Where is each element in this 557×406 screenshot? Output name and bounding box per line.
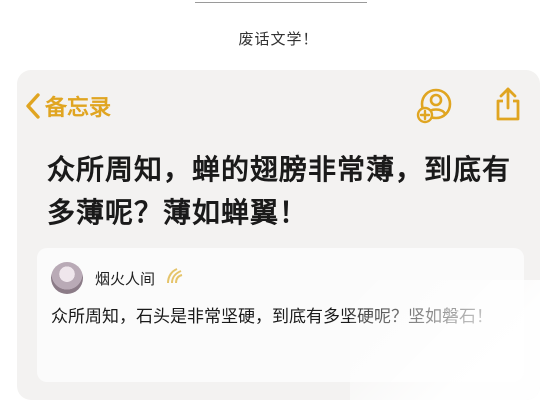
note-title: 众所周知，蝉的翅膀非常薄，到底有多薄呢？薄如蝉翼！	[47, 153, 512, 229]
comment-body: 众所周知，石头是非常坚硬，到底有多坚硬呢？坚如磐石！	[51, 307, 493, 327]
divider	[195, 2, 367, 3]
avatar	[51, 262, 83, 294]
back-button[interactable]: 备忘录	[25, 90, 111, 122]
comment-card: 烟火人间 众所周知，石头是非常坚硬，到底有多坚硬呢？坚如磐石！	[37, 248, 524, 382]
caption: 废话文学！	[238, 30, 319, 48]
leaf-badge-icon	[167, 268, 183, 284]
page: 废话文学！ 备忘录 众所周知，蝉的翅膀非常薄，到底有多薄呢？薄如蝉翼！ 烟火人间…	[0, 0, 557, 406]
navigation-bar: 备忘录	[17, 70, 540, 142]
share-icon[interactable]	[493, 86, 523, 122]
username: 烟火人间	[95, 270, 156, 288]
add-person-icon[interactable]	[415, 88, 453, 124]
chevron-left-icon	[26, 93, 40, 119]
notes-screenshot: 备忘录 众所周知，蝉的翅膀非常薄，到底有多薄呢？薄如蝉翼！ 烟火人间 众所周知，…	[17, 70, 540, 400]
back-label: 备忘录	[45, 96, 112, 121]
